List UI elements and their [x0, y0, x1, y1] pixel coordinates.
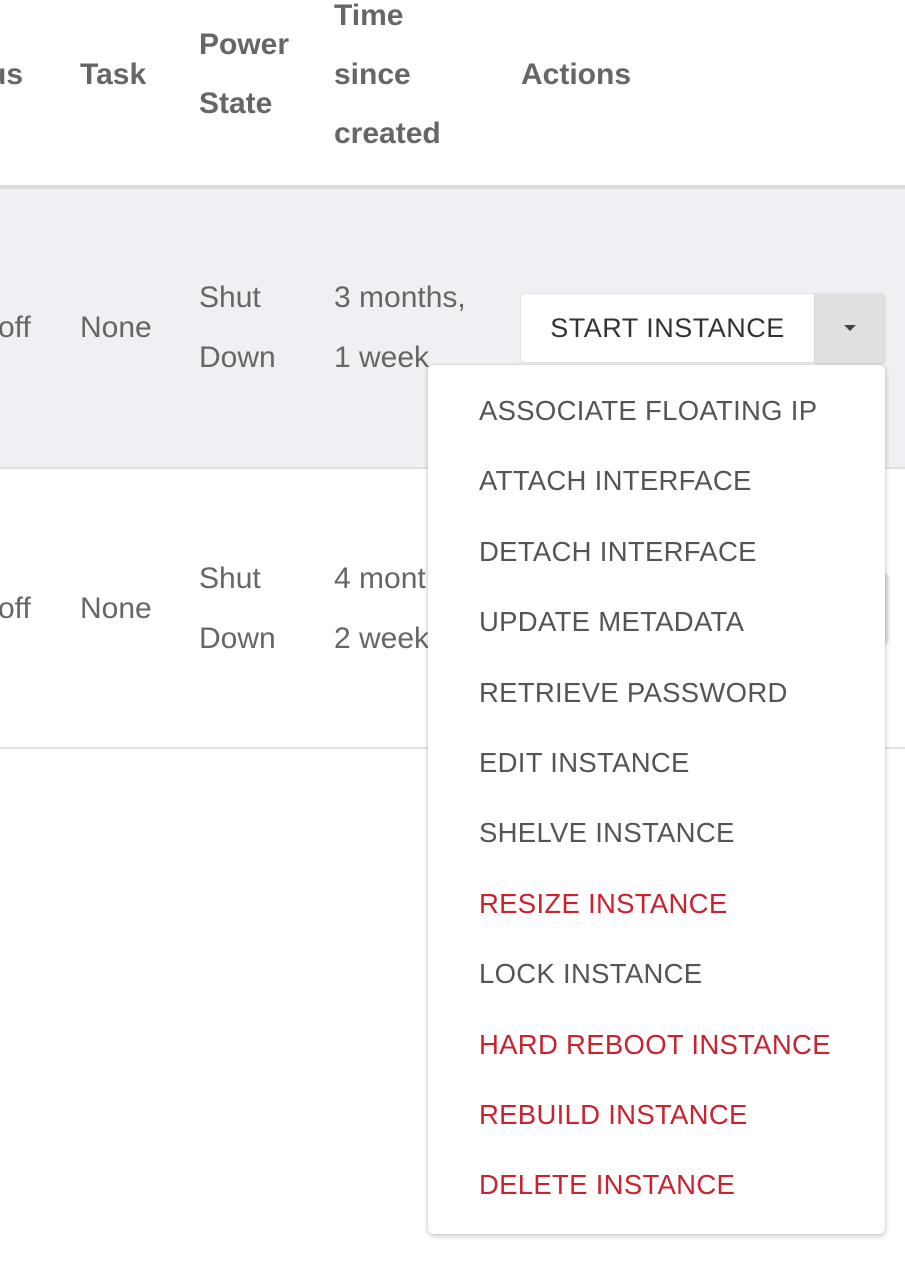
- header-actions-label: Actions: [521, 58, 632, 91]
- cell-time-line-2: 2 week: [334, 622, 430, 655]
- header-status-label: us: [0, 58, 24, 91]
- table-header: us Task Power State Time since created A…: [0, 0, 905, 186]
- cell-power-state: Shut Down: [199, 549, 276, 669]
- row-1-action-button-group: START INSTANCE: [520, 293, 885, 363]
- actions-dropdown-toggle[interactable]: [815, 293, 885, 363]
- menu-item-resize-instance[interactable]: RESIZE INSTANCE: [428, 869, 885, 939]
- instances-table-page: us Task Power State Time since created A…: [0, 0, 905, 1280]
- menu-item-edit-instance[interactable]: EDIT INSTANCE: [428, 728, 885, 798]
- menu-item-associate-floating-ip[interactable]: ASSOCIATE FLOATING IP: [428, 376, 885, 446]
- cell-time-line-1: 4 mont: [334, 562, 426, 595]
- menu-item-retrieve-password[interactable]: RETRIEVE PASSWORD: [428, 658, 885, 728]
- cell-status-text: off: [0, 592, 31, 625]
- header-power-state-line-1: Power: [199, 28, 290, 61]
- header-status[interactable]: us: [0, 45, 23, 104]
- menu-item-delete-instance[interactable]: DELETE INSTANCE: [428, 1150, 885, 1220]
- header-actions: Actions: [521, 45, 631, 104]
- cell-status: off: [0, 579, 31, 639]
- header-power-state[interactable]: Power State: [199, 15, 289, 133]
- cell-task: None: [80, 298, 152, 358]
- header-time-line-2: since: [334, 58, 411, 91]
- cell-task-text: None: [80, 592, 152, 625]
- cell-power-line-2: Down: [199, 341, 276, 374]
- cell-status-text: off: [0, 311, 31, 344]
- header-time-since-created[interactable]: Time since created: [334, 0, 441, 163]
- menu-item-update-metadata[interactable]: UPDATE METADATA: [428, 587, 885, 657]
- cell-power-line-1: Shut: [199, 281, 261, 314]
- menu-item-detach-interface[interactable]: DETACH INTERFACE: [428, 517, 885, 587]
- header-power-state-line-2: State: [199, 87, 273, 120]
- cell-status: off: [0, 298, 31, 358]
- cell-task-text: None: [80, 311, 152, 344]
- header-time-line-1: Time: [334, 0, 404, 32]
- start-instance-button[interactable]: START INSTANCE: [520, 293, 815, 363]
- cell-task: None: [80, 579, 152, 639]
- menu-item-hard-reboot-instance[interactable]: HARD REBOOT INSTANCE: [428, 1010, 885, 1080]
- cell-time-since-created: 4 mont 2 week: [334, 549, 429, 669]
- menu-item-shelve-instance[interactable]: SHELVE INSTANCE: [428, 798, 885, 868]
- cell-power-line-1: Shut: [199, 562, 261, 595]
- caret-down-icon: [844, 325, 856, 331]
- header-task-label: Task: [80, 58, 147, 91]
- menu-item-rebuild-instance[interactable]: REBUILD INSTANCE: [428, 1080, 885, 1150]
- menu-item-lock-instance[interactable]: LOCK INSTANCE: [428, 939, 885, 1009]
- cell-time-line-1: 3 months,: [334, 281, 466, 314]
- menu-item-attach-interface[interactable]: ATTACH INTERFACE: [428, 446, 885, 516]
- actions-dropdown-menu: ASSOCIATE FLOATING IP ATTACH INTERFACE DET…: [428, 365, 885, 1234]
- header-time-line-3: created: [334, 117, 441, 150]
- cell-power-state: Shut Down: [199, 268, 276, 388]
- header-task[interactable]: Task: [80, 45, 146, 104]
- cell-power-line-2: Down: [199, 622, 276, 655]
